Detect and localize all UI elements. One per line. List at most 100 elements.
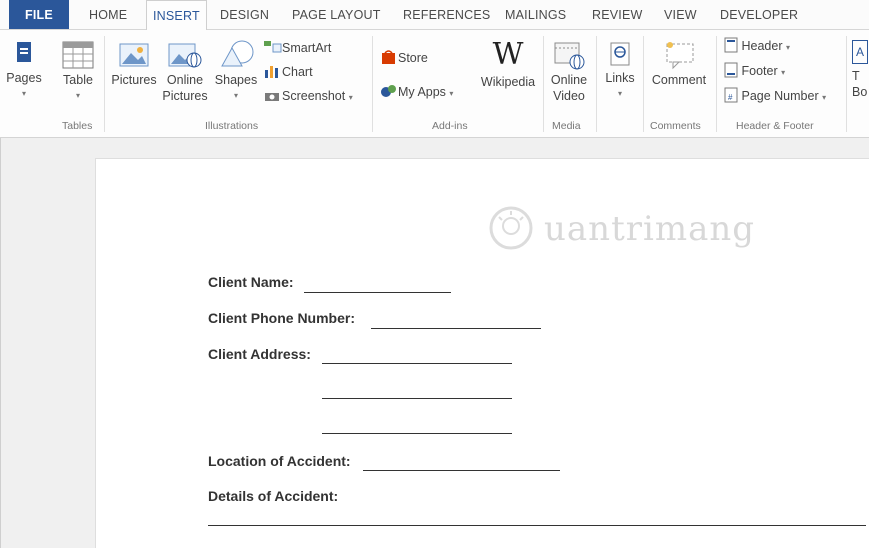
tab-file[interactable]: FILE [9,0,69,29]
smartart-button[interactable]: SmartArt [264,38,331,58]
links-label: Links [605,71,635,85]
client-address-label: Client Address: [208,346,311,362]
wikipedia-label: Wikipedia [480,75,536,89]
pictures-button[interactable]: Pictures [108,40,160,88]
watermark: uantrimang [486,199,786,259]
footer-label: Footer [741,64,778,78]
location-underline[interactable] [363,470,560,471]
client-address-underline-3[interactable] [322,433,512,434]
chart-icon [265,66,278,78]
chevron-down-icon: ▾ [617,89,622,98]
client-address-underline-1[interactable] [322,363,512,364]
client-name-label: Client Name: [208,274,294,290]
store-icon [382,50,395,64]
screenshot-icon [265,93,279,101]
group-label-media: Media [552,120,581,132]
group-divider [372,36,373,132]
page-number-icon: # [724,87,738,103]
my-apps-button[interactable]: My Apps ▾ [380,82,453,102]
page-number-label: Page Number [741,89,819,103]
online-pictures-label-1: Online [166,73,204,87]
online-video-label-2: Video [553,89,585,103]
shapes-icon [221,40,254,67]
chart-button[interactable]: Chart [264,62,313,82]
links-button[interactable]: Links ▾ [600,40,640,102]
picture-icon [119,43,149,67]
wikipedia-icon: W [492,37,524,72]
svg-text:#: # [728,93,733,102]
header-button[interactable]: Header ▾ [724,36,790,56]
page-number-button[interactable]: # Page Number ▾ [724,86,826,106]
tab-mailings[interactable]: MAILINGS [505,0,566,30]
smartart-icon [264,41,282,53]
chevron-down-icon: ▾ [233,91,238,100]
chevron-down-icon: ▾ [785,43,790,52]
chevron-down-icon: ▾ [822,93,827,102]
document-page[interactable]: uantrimang Client Name: Client Phone Num… [95,158,869,548]
online-video-button[interactable]: Online Video [546,40,592,104]
tab-insert[interactable]: INSERT [146,0,207,31]
comment-button[interactable]: Comment [646,40,712,88]
screenshot-label: Screenshot [282,89,346,103]
store-button[interactable]: Store [380,48,428,68]
comment-icon [666,42,694,70]
watermark-logo-icon [489,206,533,250]
pages-button[interactable]: Pages ▾ [4,40,44,102]
tab-review[interactable]: REVIEW [592,0,643,30]
text-box-icon: A [852,40,868,64]
group-divider [846,36,847,132]
group-label-tables: Tables [62,120,93,132]
tab-home[interactable]: HOME [89,0,127,30]
table-label: Table [63,73,93,87]
details-label: Details of Accident: [208,488,339,504]
footer-icon [724,62,738,78]
group-divider [596,36,597,132]
online-picture-icon [168,43,202,68]
text-box-label-2: Bo [852,85,868,99]
chevron-down-icon: ▾ [21,89,26,98]
tab-page-layout[interactable]: PAGE LAYOUT [292,0,381,30]
client-phone-underline[interactable] [371,328,541,329]
group-label-addins: Add-ins [432,120,468,132]
group-divider [104,36,105,132]
my-apps-label: My Apps [398,85,446,99]
table-icon [62,41,94,69]
group-divider [643,36,644,132]
header-label: Header [741,39,783,53]
group-label-illustrations: Illustrations [205,120,259,132]
screenshot-button[interactable]: Screenshot ▾ [264,86,353,106]
shapes-label: Shapes [214,73,258,87]
shapes-button[interactable]: Shapes ▾ [212,38,260,104]
text-box-button[interactable]: A T Bo [852,40,869,100]
text-box-label-1: T [852,69,860,83]
wikipedia-button[interactable]: W Wikipedia [476,36,540,90]
group-label-header-footer: Header & Footer [736,120,814,132]
online-pictures-label-2: Pictures [162,89,208,103]
location-label: Location of Accident: [208,453,351,469]
details-underline[interactable] [208,525,866,526]
online-pictures-button[interactable]: Online Pictures [160,40,210,104]
store-label: Store [398,51,428,65]
group-divider [716,36,717,132]
chevron-down-icon: ▾ [348,93,353,102]
comment-label: Comment [651,73,707,87]
chevron-down-icon: ▾ [449,89,454,98]
chart-label: Chart [282,65,313,79]
footer-button[interactable]: Footer ▾ [724,61,785,81]
chevron-down-icon: ▾ [781,68,786,77]
client-name-underline[interactable] [304,292,451,293]
tab-references[interactable]: REFERENCES [403,0,490,30]
chevron-down-icon: ▾ [75,91,80,100]
ribbon-insert: Pages ▾ Table ▾ Tables Pictures Online P… [0,30,869,138]
my-apps-icon [381,85,396,97]
tab-developer[interactable]: DEVELOPER [720,0,798,30]
tab-view[interactable]: VIEW [664,0,697,30]
document-area[interactable]: uantrimang Client Name: Client Phone Num… [0,138,869,548]
tab-design[interactable]: DESIGN [220,0,269,30]
ribbon-tab-bar: FILE HOME INSERT DESIGN PAGE LAYOUT REFE… [0,0,869,31]
client-address-underline-2[interactable] [322,398,512,399]
table-button[interactable]: Table ▾ [58,40,98,104]
smartart-label: SmartArt [282,41,332,55]
client-phone-label: Client Phone Number: [208,310,356,326]
header-icon [724,37,738,53]
